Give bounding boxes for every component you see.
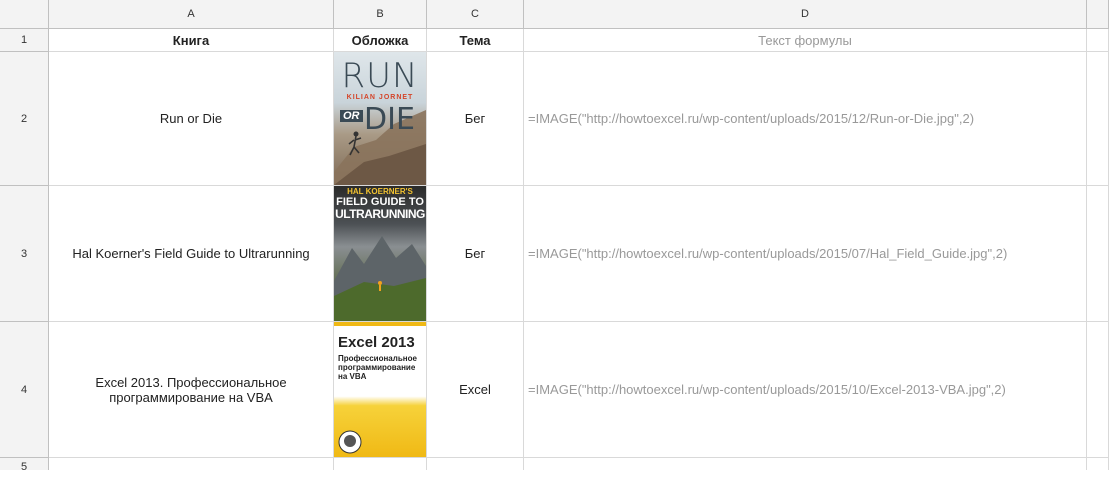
- column-header-a[interactable]: A: [49, 0, 334, 29]
- cell-c3[interactable]: Бег: [427, 186, 524, 322]
- cell-b4[interactable]: Excel 2013 Профессиональное программиров…: [334, 322, 427, 458]
- cell-e4[interactable]: [1087, 322, 1109, 458]
- book-cover-image: Excel 2013 Профессиональное программиров…: [334, 322, 426, 457]
- cell-c2[interactable]: Бег: [427, 52, 524, 186]
- cover-art: [338, 430, 362, 454]
- column-header-d[interactable]: D: [524, 0, 1087, 29]
- cell-b3[interactable]: HAL KOERNER'S FIELD GUIDE TO ULTRARUNNIN…: [334, 186, 427, 322]
- cell-b1[interactable]: Обложка: [334, 29, 427, 52]
- column-header-e[interactable]: [1087, 0, 1109, 29]
- cell-a2[interactable]: Run or Die: [49, 52, 334, 186]
- cell-c1[interactable]: Тема: [427, 29, 524, 52]
- book-cover-image: HAL KOERNER'S FIELD GUIDE TO ULTRARUNNIN…: [334, 186, 426, 321]
- cell-d1[interactable]: Текст формулы: [524, 29, 1087, 52]
- row-header-1[interactable]: 1: [0, 29, 49, 52]
- cover-title-line4: DIE: [364, 102, 415, 137]
- cover-title-line1: RUN: [341, 56, 419, 96]
- select-all-corner[interactable]: [0, 0, 49, 29]
- cover-author: KILIAN JORNET: [346, 94, 414, 101]
- row-header-2[interactable]: 2: [0, 52, 49, 186]
- cover-title-line3: ULTRARUNNING: [335, 207, 425, 221]
- book-cover-image: RUN KILIAN JORNET OR DIE: [334, 52, 426, 185]
- cover-title-line3: OR: [340, 110, 363, 122]
- row-header-4[interactable]: 4: [0, 322, 49, 458]
- cell-a3[interactable]: Hal Koerner's Field Guide to Ultrarunnin…: [49, 186, 334, 322]
- viewport-bottom-edge: [0, 470, 1109, 479]
- cell-a1[interactable]: Книга: [49, 29, 334, 52]
- column-header-c[interactable]: C: [427, 0, 524, 29]
- cell-a4[interactable]: Excel 2013. Профессиональное программиро…: [49, 322, 334, 458]
- spreadsheet-grid: A B C D 1 2 3 4 5 Книга Обложка Тема Тек…: [0, 0, 1109, 479]
- cell-b2[interactable]: RUN KILIAN JORNET OR DIE: [334, 52, 427, 186]
- cell-e3[interactable]: [1087, 186, 1109, 322]
- cell-e1[interactable]: [1087, 29, 1109, 52]
- cover-title-line1: HAL KOERNER'S: [347, 187, 413, 196]
- cell-d3[interactable]: =IMAGE("http://howtoexcel.ru/wp-content/…: [524, 186, 1087, 322]
- cell-d4[interactable]: =IMAGE("http://howtoexcel.ru/wp-content/…: [524, 322, 1087, 458]
- cell-e2[interactable]: [1087, 52, 1109, 186]
- cell-d2[interactable]: =IMAGE("http://howtoexcel.ru/wp-content/…: [524, 52, 1087, 186]
- column-header-b[interactable]: B: [334, 0, 427, 29]
- cell-c4[interactable]: Excel: [427, 322, 524, 458]
- row-header-3[interactable]: 3: [0, 186, 49, 322]
